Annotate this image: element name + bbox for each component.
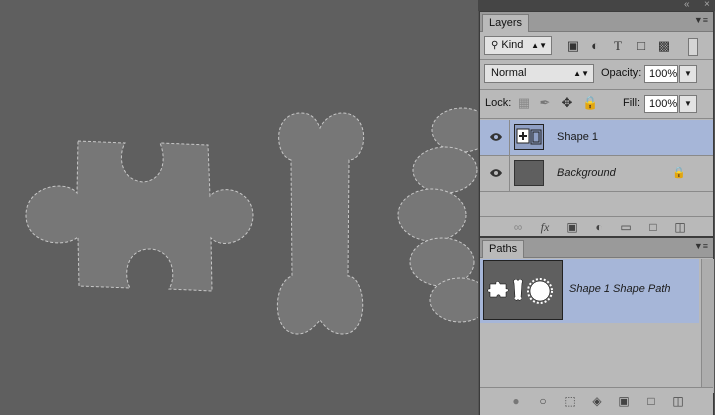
layer-row-shape1[interactable]: Shape 1 <box>480 120 713 156</box>
blend-mode-label: Normal <box>491 67 527 79</box>
paths-bottom-bar: ● ○ ⬚ ◈ ▣ □ ◫ <box>480 387 713 415</box>
layers-menu-icon[interactable]: ▼≡ <box>694 15 708 25</box>
layer-name: Shape 1 <box>557 131 598 143</box>
lock-row: Lock: ▦ ✒ ✥ 🔒 Fill: 100% ▼ <box>480 92 713 116</box>
trash-icon[interactable]: ◫ <box>672 220 688 234</box>
opacity-dropdown-icon[interactable]: ▼ <box>679 65 697 83</box>
new-layer-icon[interactable]: □ <box>645 220 661 234</box>
new-path-icon[interactable]: □ <box>643 394 659 408</box>
fill-label: Fill: <box>623 97 641 109</box>
eye-icon <box>490 133 502 141</box>
layers-panel: Layers ▼≡ ⚲ Kind ▲▼ ▣ ◐ T □ ▩ Normal ▲▼ … <box>479 11 714 237</box>
paths-menu-icon[interactable]: ▼≡ <box>694 241 708 251</box>
eye-icon <box>490 169 502 177</box>
paths-scrollbar[interactable] <box>701 259 714 393</box>
visibility-toggle[interactable] <box>480 156 510 191</box>
close-icon[interactable]: × <box>704 0 710 10</box>
opacity-field[interactable]: 100% <box>644 65 678 83</box>
flower-shape <box>397 107 478 323</box>
dock-header: « × <box>478 0 715 11</box>
document-canvas[interactable] <box>0 0 478 415</box>
layers-bottom-bar: ∞ fx ▣ ◐ ▭ □ ◫ <box>480 216 713 236</box>
blend-mode-select[interactable]: Normal ▲▼ <box>484 64 594 83</box>
layer-row-background[interactable]: Background 🔒 <box>480 156 713 192</box>
panel-dock: « × Layers ▼≡ ⚲ Kind ▲▼ ▣ ◐ T □ ▩ Normal <box>478 0 715 415</box>
search-icon: ⚲ <box>491 40 499 51</box>
path-name: Shape 1 Shape Path <box>569 283 671 295</box>
mask-icon[interactable]: ▣ <box>564 220 580 234</box>
link-icon[interactable]: ∞ <box>510 220 526 234</box>
vector-mask-icon <box>516 128 542 145</box>
chevron-updown-icon: ▲▼ <box>531 41 547 50</box>
smartobject-filter-icon[interactable]: ▩ <box>656 38 672 54</box>
tab-paths[interactable]: Paths <box>482 240 525 258</box>
stroke-path-icon[interactable]: ○ <box>535 394 551 408</box>
paths-panel: Paths ▼≡ Shape 1 Shape Path ● ○ ⬚ ◈ ▣ □ <box>479 237 714 415</box>
lock-icon: 🔒 <box>672 167 686 179</box>
fx-icon[interactable]: fx <box>537 220 553 234</box>
paths-tabbar: Paths ▼≡ <box>480 238 713 258</box>
bone-shape <box>276 112 365 335</box>
opacity-label: Opacity: <box>601 67 642 79</box>
fill-field[interactable]: 100% <box>644 95 678 113</box>
lock-transparent-icon[interactable]: ▦ <box>516 95 532 111</box>
blend-row: Normal ▲▼ Opacity: 100% ▼ <box>480 62 713 86</box>
visibility-toggle[interactable] <box>480 120 510 155</box>
folder-icon[interactable]: ▭ <box>618 220 634 234</box>
adjustment-filter-icon[interactable]: ◐ <box>587 38 603 54</box>
tab-layers[interactable]: Layers <box>482 14 530 32</box>
chevron-updown-icon: ▲▼ <box>573 69 589 78</box>
fill-path-icon[interactable]: ● <box>508 394 524 408</box>
filter-kind-select[interactable]: ⚲ Kind ▲▼ <box>484 36 552 55</box>
path-preview-icon <box>487 278 553 304</box>
layers-tabbar: Layers ▼≡ <box>480 12 713 32</box>
shape-layer-thumbnail <box>514 124 544 150</box>
fill-dropdown-icon[interactable]: ▼ <box>679 95 697 113</box>
lock-brush-icon[interactable]: ✒ <box>537 95 553 111</box>
filter-toggle-switch[interactable] <box>688 38 698 56</box>
lock-all-icon[interactable]: 🔒 <box>582 95 598 111</box>
type-filter-icon[interactable]: T <box>610 38 626 54</box>
lock-label: Lock: <box>485 97 512 109</box>
filter-row: ⚲ Kind ▲▼ ▣ ◐ T □ ▩ <box>480 34 713 58</box>
lock-move-icon[interactable]: ✥ <box>559 95 575 111</box>
collapse-icon[interactable]: « <box>684 0 690 10</box>
puzzle-shape <box>25 140 254 292</box>
selection-icon[interactable]: ⬚ <box>562 394 578 408</box>
work-path-icon[interactable]: ◈ <box>589 394 605 408</box>
background-layer-thumbnail <box>514 160 544 186</box>
path-thumbnail <box>483 260 563 320</box>
filter-kind-label: Kind <box>501 39 524 51</box>
adjustment-icon[interactable]: ◐ <box>591 220 607 234</box>
mask-icon[interactable]: ▣ <box>616 394 632 408</box>
path-row-shape1[interactable]: Shape 1 Shape Path <box>480 259 699 323</box>
layer-name: Background <box>557 167 616 179</box>
pixel-filter-icon[interactable]: ▣ <box>565 38 581 54</box>
trash-icon[interactable]: ◫ <box>670 394 686 408</box>
shape-filter-icon[interactable]: □ <box>633 38 649 54</box>
